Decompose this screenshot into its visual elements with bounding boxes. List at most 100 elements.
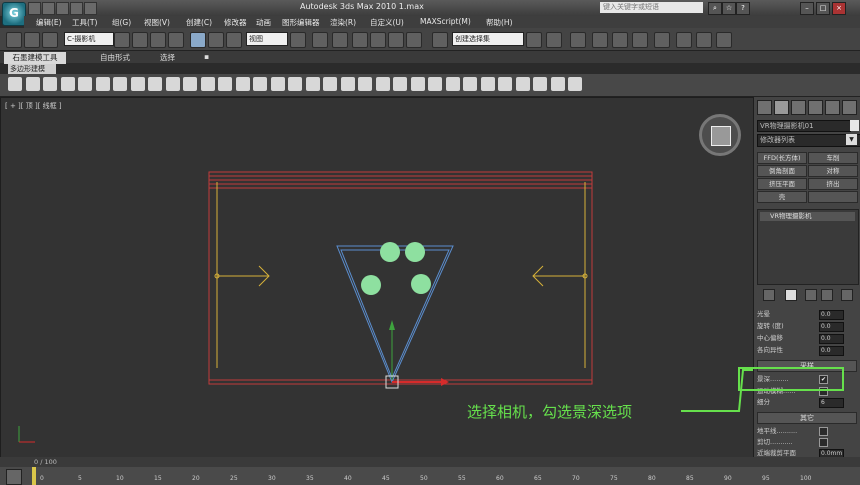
chevron-down-icon[interactable]: ▼ [846,134,857,145]
percent-snap-icon[interactable] [388,32,404,48]
display-tab-icon[interactable] [825,100,840,115]
object-name-field[interactable]: VR物理摄影机01 [757,120,851,132]
object-color-swatch[interactable] [850,120,859,131]
remove-modifier-icon[interactable] [821,289,833,301]
menu-maxscript[interactable]: MAXScript(M) [420,17,471,26]
ribbon-tool-icon[interactable] [113,77,127,91]
rendered-frame-icon[interactable] [696,32,712,48]
ribbon-tool-icon[interactable] [130,77,145,91]
render-production-icon[interactable] [716,32,732,48]
menu-group[interactable]: 组(G) [112,17,131,28]
modifier-button-squeeze-plane[interactable]: 挤压平面 [757,178,807,190]
horizon-checkbox[interactable] [819,427,828,436]
modifier-button-lathe[interactable]: 车削 [808,152,858,164]
ribbon-tool-icon[interactable] [95,77,110,91]
help-icon[interactable]: ? [736,2,750,15]
reference-coord-dropdown[interactable]: 视图 [246,32,288,46]
subdivs-spinner[interactable]: 6 [819,398,844,408]
ribbon-tool-icon[interactable] [340,77,355,91]
app-logo-icon[interactable]: G [2,2,26,26]
modifier-button-shell[interactable]: 壳 [757,191,807,203]
spinner-snap-icon[interactable] [406,32,422,48]
open-file-icon[interactable] [42,2,55,15]
bind-space-warp-icon[interactable] [42,32,58,48]
ribbon-tool-icon[interactable] [43,77,57,91]
modifier-button-extrude[interactable]: 挤出 [808,178,858,190]
selection-filter-dropdown[interactable]: C-摄影机 [64,32,114,46]
time-slider[interactable]: 0 / 100 [0,457,860,467]
layer-manager-icon[interactable] [570,32,586,48]
select-by-name-icon[interactable] [132,32,148,48]
pin-stack-icon[interactable] [763,289,775,301]
utilities-tab-icon[interactable] [842,100,857,115]
param-spinner[interactable]: 0.0 [819,346,844,356]
param-spinner[interactable]: 0.0 [819,334,844,344]
ribbon-tool-icon[interactable] [165,77,180,91]
ribbon-tool-icon[interactable] [463,77,477,91]
infocenter-icon[interactable]: ☆ [722,2,736,15]
mirror-icon[interactable] [526,32,542,48]
rotate-icon[interactable] [208,32,224,48]
ribbon-tool-icon[interactable] [480,77,495,91]
ribbon-tool-icon[interactable] [305,77,320,91]
rect-selection-icon[interactable] [150,32,166,48]
save-file-icon[interactable] [56,2,69,15]
angle-snap-icon[interactable] [370,32,386,48]
pivot-center-icon[interactable] [290,32,306,48]
modifier-stack[interactable]: VR物理摄影机 [757,209,859,285]
ribbon-tool-icon[interactable] [533,77,547,91]
modifier-button-symmetry[interactable]: 对称 [808,165,858,177]
ribbon-tool-icon[interactable] [428,77,442,91]
menu-create[interactable]: 创建(C) [186,17,212,28]
curve-editor-icon[interactable] [612,32,628,48]
create-tab-icon[interactable] [757,100,772,115]
playhead[interactable] [32,467,36,485]
close-button[interactable]: × [832,2,846,15]
modifier-button-bevel-profile[interactable]: 倒角剖面 [757,165,807,177]
ribbon-tool-icon[interactable] [270,77,285,91]
new-file-icon[interactable] [28,2,41,15]
menu-animation[interactable]: 动画 [256,17,271,28]
track-bar[interactable]: 0 5 10 15 20 25 30 35 40 45 50 55 60 65 70 75 80 85 90 95 10… [0,467,860,485]
tab-selection[interactable]: 选择 [160,52,175,63]
tab-freeform[interactable]: 自由形式 [100,52,130,63]
ribbon-tool-icon[interactable] [393,77,407,91]
move-icon[interactable] [190,32,206,48]
menu-rendering[interactable]: 渲染(R) [330,17,356,28]
menu-views[interactable]: 视图(V) [144,17,170,28]
rollout-misc[interactable]: 其它 [757,412,857,424]
modifier-button-ffd-box[interactable]: FFD(长方体) [757,152,807,164]
modify-tab-icon[interactable] [774,100,789,115]
select-manipulate-icon[interactable] [312,32,328,48]
ribbon-tool-icon[interactable] [25,77,40,91]
stack-item-vr-physical-camera[interactable]: VR物理摄影机 [760,212,855,221]
ribbon-tool-icon[interactable] [200,77,215,91]
hierarchy-tab-icon[interactable] [791,100,806,115]
ribbon-tool-icon[interactable] [550,77,565,91]
param-spinner[interactable]: 0.0 [819,322,844,332]
ribbon-tool-icon[interactable] [288,77,302,91]
ribbon-tool-icon[interactable] [358,77,372,91]
ribbon-tool-icon[interactable] [253,77,267,91]
ribbon-tool-icon[interactable] [410,77,425,91]
modifier-button-empty[interactable] [808,191,858,203]
ribbon-tool-icon[interactable] [60,77,75,91]
named-selection-dropdown[interactable]: 创建选择集 [452,32,524,46]
ribbon-options-icon[interactable]: ▪ [204,52,209,61]
ribbon-tool-icon[interactable] [323,77,337,91]
make-unique-icon[interactable] [805,289,817,301]
render-setup-icon[interactable] [676,32,692,48]
ribbon-tool-icon[interactable] [375,77,390,91]
window-crossing-icon[interactable] [168,32,184,48]
align-icon[interactable] [546,32,562,48]
ribbon-tool-icon[interactable] [148,77,162,91]
tab-polygon-modeling[interactable]: 多边形建模 [8,64,56,74]
unlink-icon[interactable] [24,32,40,48]
menu-graph-editors[interactable]: 图形编辑器 [282,17,320,28]
ribbon-tool-icon[interactable] [183,77,197,91]
show-end-result-icon[interactable] [785,289,797,301]
edit-named-selection-icon[interactable] [432,32,448,48]
ribbon-tool-icon[interactable] [235,77,250,91]
modifier-list-dropdown[interactable]: 修改器列表 [757,134,860,147]
menu-customize[interactable]: 自定义(U) [370,17,404,28]
